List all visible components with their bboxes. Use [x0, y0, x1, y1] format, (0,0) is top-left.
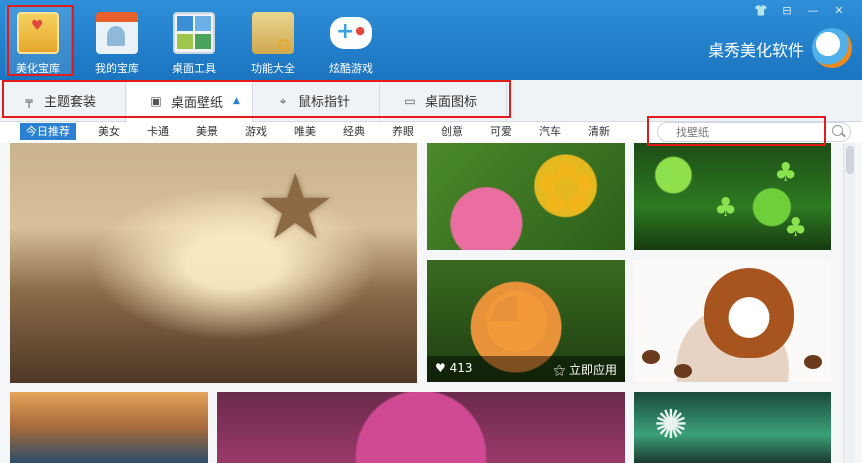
tab-desktop-icons[interactable]: ▭ 桌面图标 — [381, 80, 507, 121]
filter-chip[interactable]: 创意 — [441, 123, 463, 140]
toolbar-item-label: 桌面工具 — [172, 62, 216, 75]
treasure-box-icon — [17, 12, 59, 54]
scrollbar-thumb[interactable] — [846, 146, 854, 174]
gallery-scrollbar[interactable] — [843, 143, 855, 463]
monitor-icon: ▭ — [404, 93, 416, 108]
apply-now-label: 立即应用 — [568, 363, 617, 377]
clover-image: ♣ — [784, 213, 808, 243]
toolbar-item-cool-games[interactable]: 炫酷游戏 — [318, 5, 384, 75]
wallpaper-gallery: ★ ✿ ♣ ♣ ♣ ♣ ◕ ♥ 413 ⚝ 立即应用 ✺ — [0, 143, 862, 463]
clover-image: ♣ — [654, 163, 678, 193]
puppy-image — [704, 268, 794, 358]
clover-image: ♣ — [714, 193, 738, 223]
pillow-spot — [674, 364, 692, 378]
filter-chip[interactable]: 清新 — [588, 123, 610, 140]
my-store-icon — [96, 12, 138, 54]
skin-icon[interactable]: 👕 — [748, 4, 774, 17]
toolbar-item-label: 美化宝库 — [16, 62, 60, 75]
like-count[interactable]: ♥ 413 — [435, 361, 473, 375]
tab-theme-suite[interactable]: ╤ 主题套装 — [0, 80, 126, 121]
wallpaper-tile-puppy[interactable] — [634, 260, 831, 382]
flower-image: ✿ — [537, 147, 596, 229]
filter-chip[interactable]: 唯美 — [294, 123, 316, 140]
wallpaper-tile-starfish[interactable]: ★ — [10, 143, 417, 383]
toolbar-item-label: 功能大全 — [251, 62, 295, 75]
wallpaper-tile-lake[interactable] — [10, 392, 208, 463]
filter-chip[interactable]: 游戏 — [245, 123, 267, 140]
wallpaper-image-icon: ▣ — [150, 94, 162, 108]
brand-name: 桌秀美化软件 — [707, 41, 804, 60]
minimize-icon[interactable]: — — [800, 4, 826, 17]
wallpaper-tile-pink-flower[interactable] — [217, 392, 625, 463]
toolbar-item-beautify-treasury[interactable]: 美化宝库 — [5, 5, 71, 75]
window-controls: 👕 ⊟ — ✕ — [748, 4, 852, 17]
top-toolbar: 美化宝库 我的宝库 桌面工具 功能大全 炫酷游戏 👕⊟—✕ 桌秀美化软件 — [0, 0, 862, 80]
magic-wand-icon: ⚝ — [553, 363, 566, 377]
toolbar-item-label: 炫酷游戏 — [329, 62, 373, 75]
wallpaper-tile-flower[interactable]: ✿ — [427, 143, 625, 250]
menu-icon[interactable]: ⊟ — [774, 4, 800, 17]
filter-chip[interactable]: 汽车 — [539, 123, 561, 140]
tab-label: 主题套装 — [44, 95, 97, 110]
wallpaper-search-input[interactable] — [657, 122, 851, 142]
tab-label: 桌面壁纸 — [171, 95, 224, 111]
kitten-image: ◕ — [482, 268, 552, 361]
tab-mouse-pointer[interactable]: ⌖ 鼠标指针 — [254, 80, 380, 121]
like-count-value: 413 — [449, 361, 473, 375]
toolbar-item-label: 我的宝库 — [95, 62, 139, 75]
brush-icon: ╤ — [25, 93, 33, 108]
toolbar-item-all-features[interactable]: 功能大全 — [240, 5, 306, 75]
toolbar-item-desktop-tools[interactable]: 桌面工具 — [161, 5, 227, 75]
tab-desktop-wallpaper[interactable]: ▣ 桌面壁纸 ▲ — [127, 80, 253, 122]
tab-label: 鼠标指针 — [298, 95, 351, 110]
gamepad-icon — [330, 17, 372, 49]
wallpaper-tile-clover[interactable]: ♣ ♣ ♣ ♣ — [634, 143, 831, 250]
filter-chip[interactable]: 可爱 — [490, 123, 512, 140]
filter-chip-today[interactable]: 今日推荐 — [20, 123, 76, 140]
tile-hover-overlay: ♥ 413 ⚝ 立即应用 — [427, 356, 625, 382]
toolbox-folder-icon — [252, 12, 294, 54]
starfish-image: ★ — [255, 155, 336, 260]
filter-chip[interactable]: 经典 — [343, 123, 365, 140]
wallpaper-tile-kitten[interactable]: ◕ ♥ 413 ⚝ 立即应用 — [427, 260, 625, 382]
category-tabs: ╤ 主题套装 ▣ 桌面壁纸 ▲ ⌖ 鼠标指针 ▭ 桌面图标 — [0, 80, 862, 122]
clover-image: ♣ — [774, 158, 798, 188]
apply-now-button[interactable]: ⚝ 立即应用 — [553, 361, 617, 378]
wallpaper-tile-dandelion[interactable]: ✺ — [634, 392, 831, 463]
search-icon[interactable] — [832, 125, 843, 136]
pillow-spot — [804, 355, 822, 369]
brand-logo-icon — [812, 28, 852, 68]
mouse-icon: ⌖ — [279, 93, 287, 108]
filter-chip[interactable]: 美景 — [196, 123, 218, 140]
toolbar-item-my-treasury[interactable]: 我的宝库 — [84, 5, 150, 75]
caret-up-icon: ▲ — [233, 96, 240, 106]
heart-icon: ♥ — [435, 361, 446, 375]
filter-chip[interactable]: 美女 — [98, 123, 120, 140]
filter-chip[interactable]: 养眼 — [392, 123, 414, 140]
dandelion-image: ✺ — [654, 402, 688, 448]
desktop-tools-icon — [173, 12, 215, 54]
pillow-spot — [642, 350, 660, 364]
tab-label: 桌面图标 — [425, 95, 478, 110]
filter-chip[interactable]: 卡通 — [147, 123, 169, 140]
close-icon[interactable]: ✕ — [826, 4, 852, 17]
